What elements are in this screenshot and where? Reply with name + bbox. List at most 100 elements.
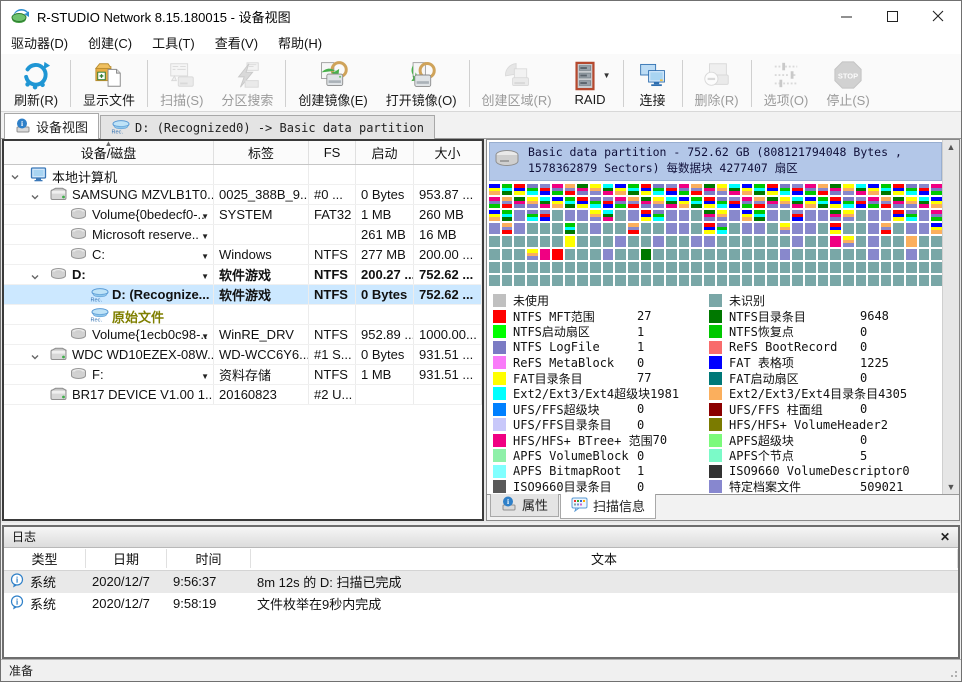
log-column-header[interactable]: 文本 — [251, 549, 958, 568]
legend-item: APFS个节点5 — [709, 449, 942, 463]
menu-item[interactable]: 创建(C) — [78, 31, 142, 54]
scan-block — [641, 236, 652, 247]
maximize-button[interactable] — [869, 1, 915, 31]
scan-panel-scrollbar[interactable]: ▲ ▼ — [942, 140, 959, 494]
tree-row[interactable]: Volume{0bedecf0-..▼SYSTEMFAT321 MB260 MB — [4, 205, 482, 225]
scan-block — [792, 262, 803, 273]
mount-dropdown-icon[interactable]: ▼ — [201, 232, 209, 241]
minimize-button[interactable] — [823, 1, 869, 31]
legend-count: 1225 — [860, 356, 889, 370]
scan-info-icon — [571, 497, 588, 515]
tree-cell-fs: NTFS — [309, 325, 356, 344]
tree-row[interactable]: Microsoft reserve..▼261 MB16 MB — [4, 225, 482, 245]
tree-row[interactable]: 本地计算机 — [4, 165, 482, 185]
scan-block — [919, 249, 930, 260]
menu-item[interactable]: 查看(V) — [205, 31, 268, 54]
scan-block — [514, 275, 525, 286]
mount-dropdown-icon[interactable]: ▼ — [201, 252, 209, 261]
tab-scan-info[interactable]: 扫描信息 — [560, 494, 656, 519]
scan-block — [805, 249, 816, 260]
menu-item[interactable]: 驱动器(D) — [1, 31, 78, 54]
refresh-button[interactable]: 刷新(R) — [5, 56, 67, 111]
scan-block — [906, 236, 917, 247]
mount-dropdown-icon[interactable]: ▼ — [201, 372, 209, 381]
menu-item[interactable]: 工具(T) — [142, 31, 205, 54]
log-close-icon[interactable]: ✕ — [940, 530, 950, 544]
scan-block — [931, 223, 942, 234]
create-image-button[interactable]: 创建镜像(E) — [289, 56, 376, 111]
tree-row[interactable]: Rec.原始文件 — [4, 305, 482, 325]
close-button[interactable] — [915, 1, 961, 31]
connect-button[interactable]: 连接 — [627, 56, 679, 111]
device-cell: Microsoft reserve..▼ — [4, 225, 214, 244]
legend-swatch — [493, 387, 506, 400]
scan-block — [603, 210, 614, 221]
tree-row[interactable]: Rec.D: (Recognize...软件游戏NTFS0 Bytes752.6… — [4, 285, 482, 305]
log-column-header[interactable]: 日期 — [86, 549, 167, 568]
legend-count: 4305 — [878, 387, 907, 401]
scan-block-map[interactable] — [489, 184, 942, 286]
scan-block — [717, 184, 728, 195]
dropdown-arrow-icon[interactable]: ▼ — [603, 71, 611, 80]
tree-column-header[interactable]: 标签 — [214, 141, 309, 164]
expander-chevron-icon[interactable] — [30, 270, 40, 280]
menu-item[interactable]: 帮助(H) — [268, 31, 332, 54]
mount-dropdown-icon[interactable]: ▼ — [201, 272, 209, 281]
tree-row[interactable]: SAMSUNG MZVLB1T0...0025_388B_9...#0 ...0… — [4, 185, 482, 205]
info-icon: i — [10, 573, 25, 591]
scan-block — [704, 197, 715, 208]
tree-row[interactable]: D:▼软件游戏NTFS200.27 ...752.62 ... — [4, 265, 482, 285]
tree-row[interactable]: WDC WD10EZEX-08W...WD-WCC6Y6...#1 S...0 … — [4, 345, 482, 365]
scroll-down-icon[interactable]: ▼ — [947, 482, 956, 492]
raid-button[interactable]: ▼RAID — [561, 56, 620, 111]
legend-swatch — [709, 310, 722, 323]
expander-chevron-icon[interactable] — [30, 190, 40, 200]
scan-block — [856, 210, 867, 221]
resize-grip[interactable] — [946, 666, 959, 679]
toolbar-divider — [751, 60, 752, 107]
tree-column-header[interactable]: FS — [309, 141, 356, 164]
expander-chevron-icon[interactable] — [30, 350, 40, 360]
scan-block — [729, 275, 740, 286]
scan-block — [792, 184, 803, 195]
scan-block — [805, 184, 816, 195]
open-image-button[interactable]: 打开镜像(O) — [377, 56, 466, 111]
log-column-header[interactable]: 类型 — [4, 549, 86, 568]
mount-dropdown-icon[interactable]: ▼ — [201, 332, 209, 341]
tree-row[interactable]: BR17 DEVICE V1.00 1....20160823#2 U... — [4, 385, 482, 405]
scan-block — [628, 197, 639, 208]
tree-column-header[interactable]: 设备/磁盘▲ — [4, 141, 214, 164]
legend-count: 0 — [860, 371, 867, 385]
log-title: 日志 — [12, 528, 36, 545]
log-row[interactable]: i系统2020/12/79:56:378m 12s 的 D: 扫描已完成 — [4, 571, 958, 593]
scan-block — [552, 236, 563, 247]
tree-row[interactable]: C:▼WindowsNTFS277 MB200.00 ... — [4, 245, 482, 265]
tab-device-view[interactable]: i设备视图 — [4, 113, 99, 139]
tree-cell-size: 931.51 ... — [414, 345, 482, 364]
mount-dropdown-icon[interactable]: ▼ — [201, 212, 209, 221]
tree-row[interactable]: Volume{1ecb0c98-..▼WinRE_DRVNTFS952.89 .… — [4, 325, 482, 345]
volume-icon — [50, 267, 68, 282]
disk-icon — [50, 387, 68, 402]
scan-block — [691, 275, 702, 286]
tree-cell-label: WinRE_DRV — [214, 325, 309, 344]
tab-partition[interactable]: Rec.D: (Recognized0) -> Basic data parti… — [100, 115, 435, 139]
tab-properties[interactable]: i属性 — [490, 494, 559, 517]
log-row[interactable]: i系统2020/12/79:58:19文件枚举在9秒内完成 — [4, 593, 958, 615]
expander-chevron-icon[interactable] — [10, 170, 20, 180]
log-column-header[interactable]: 时间 — [167, 549, 251, 568]
create-image-icon — [316, 59, 350, 90]
legend-swatch — [709, 434, 722, 447]
scan-block — [691, 236, 702, 247]
scan-block — [679, 197, 690, 208]
scroll-up-icon[interactable]: ▲ — [947, 142, 956, 152]
scan-panel: Basic data partition - 752.62 GB (808121… — [486, 139, 960, 521]
tree-cell-size: 953.87 ... — [414, 185, 482, 204]
tree-row[interactable]: F:▼资料存储NTFS1 MB931.51 ... — [4, 365, 482, 385]
tree-column-header[interactable]: 启动 — [356, 141, 414, 164]
show-files-button[interactable]: 显示文件 — [74, 56, 144, 111]
scan-block — [653, 210, 664, 221]
scan-block — [603, 275, 614, 286]
tree-column-header[interactable]: 大小 — [414, 141, 482, 164]
scan-block — [615, 223, 626, 234]
